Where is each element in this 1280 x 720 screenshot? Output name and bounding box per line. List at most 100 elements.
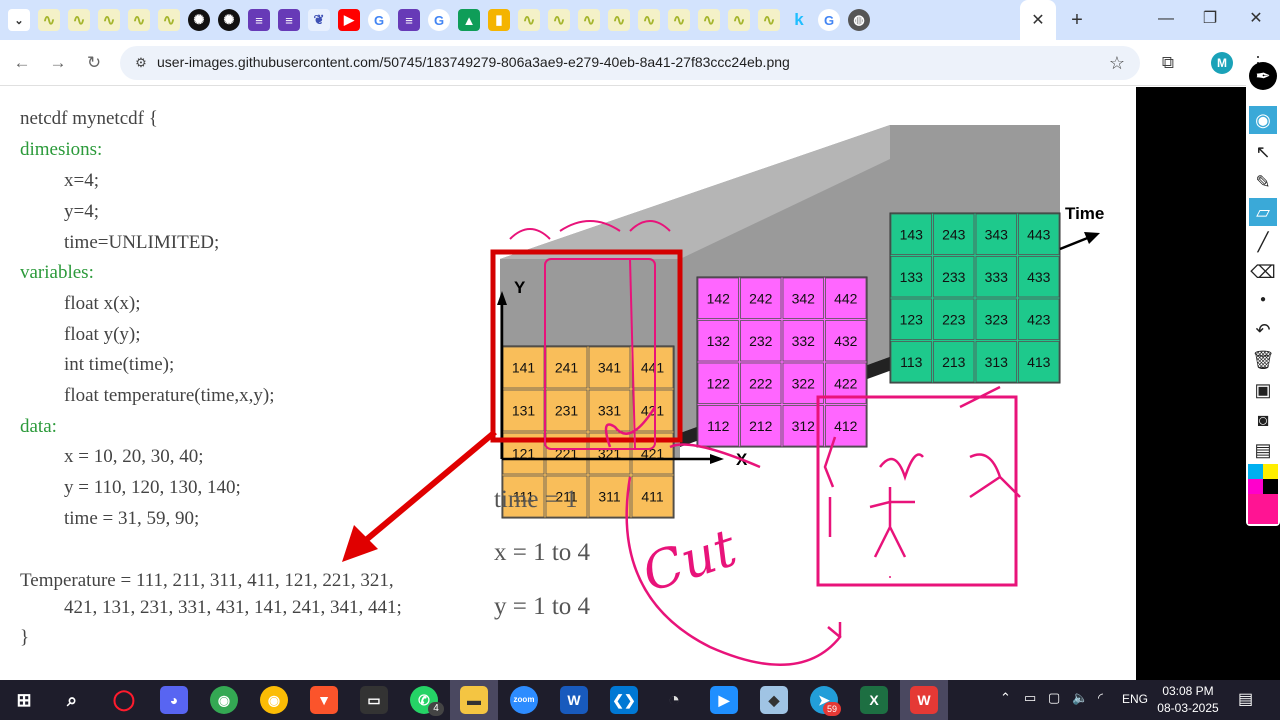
clock[interactable]: 03:08 PM 08-03-2025: [1153, 683, 1223, 717]
chrome-profile-icon[interactable]: ◉: [210, 686, 238, 714]
active-color-swatch[interactable]: [1248, 494, 1278, 524]
tab-forms-icon[interactable]: ≡: [248, 9, 270, 31]
site-info-icon[interactable]: ⚙: [132, 54, 150, 72]
new-tab-button[interactable]: +: [1066, 9, 1088, 31]
tab-drive-icon[interactable]: ▲: [458, 9, 480, 31]
word-icon[interactable]: W: [560, 686, 588, 714]
tab-wave-icon[interactable]: ∿: [578, 9, 600, 31]
screen-recorder-icon[interactable]: ▶: [710, 686, 738, 714]
tab-wave-icon[interactable]: ∿: [698, 9, 720, 31]
highlighter-icon[interactable]: ▱: [1249, 198, 1277, 226]
dot-size-icon[interactable]: ●: [1249, 286, 1277, 314]
vscode-icon[interactable]: ❮❯: [610, 686, 638, 714]
profile-avatar[interactable]: M: [1211, 52, 1233, 74]
bookmark-star-icon[interactable]: ☆: [1106, 52, 1128, 74]
color-palette[interactable]: [1248, 464, 1278, 524]
close-window-button[interactable]: ✕: [1236, 6, 1276, 32]
monitor-icon[interactable]: ▢: [1048, 690, 1060, 706]
clock-date: 08-03-2025: [1157, 701, 1219, 715]
tab-wave-icon[interactable]: ∿: [668, 9, 690, 31]
tab-google-icon[interactable]: G: [368, 9, 390, 31]
line-tool-icon[interactable]: ╱: [1249, 228, 1277, 256]
extensions-icon[interactable]: ⧉: [1156, 51, 1180, 75]
tray-overflow-icon[interactable]: ⌃: [1000, 690, 1011, 706]
color-swatch[interactable]: [1248, 464, 1263, 479]
restore-button[interactable]: ❐: [1190, 6, 1230, 32]
brave-icon[interactable]: ▼: [310, 686, 338, 714]
tab-google-icon[interactable]: G: [818, 9, 840, 31]
eye-icon[interactable]: ◉: [1249, 106, 1277, 134]
tab-wave-icon[interactable]: ∿: [128, 9, 150, 31]
tab-wave-icon[interactable]: ∿: [98, 9, 120, 31]
back-grid-cell-value: 213: [942, 354, 966, 370]
discord-icon[interactable]: ◕: [160, 686, 188, 714]
file-explorer-icon[interactable]: ▬: [460, 686, 488, 714]
tab-wave-icon[interactable]: ∿: [728, 9, 750, 31]
language-indicator[interactable]: ENG: [1122, 692, 1148, 706]
tab-globe-icon[interactable]: ◍: [848, 9, 870, 31]
handdrawn-picture-frame: [816, 395, 1018, 587]
tab-wave-icon[interactable]: ∿: [68, 9, 90, 31]
tab-google-icon[interactable]: G: [428, 9, 450, 31]
code-line: int time(time);: [64, 354, 175, 375]
code-line: x=4;: [64, 170, 99, 191]
tab-chatgpt-icon[interactable]: ✺: [218, 9, 240, 31]
tab-wave-icon[interactable]: ∿: [158, 9, 180, 31]
tab-analytics-icon[interactable]: ▮: [488, 9, 510, 31]
back-grid-cell-value: 343: [985, 226, 1009, 242]
undo-icon[interactable]: ↶: [1249, 316, 1277, 344]
tab-wave-icon[interactable]: ∿: [548, 9, 570, 31]
color-swatch[interactable]: [1248, 479, 1263, 494]
close-tab-icon[interactable]: ✕: [1031, 10, 1044, 30]
notes-app-icon[interactable]: ◆: [760, 686, 788, 714]
tab-forms-icon[interactable]: ≡: [398, 9, 420, 31]
chrome-icon[interactable]: ◉: [260, 686, 288, 714]
clipboard-icon[interactable]: ▤: [1249, 436, 1277, 464]
cursor-icon[interactable]: ↖: [1249, 138, 1277, 166]
volume-icon[interactable]: 🔈: [1072, 690, 1088, 706]
pen-logo-icon[interactable]: ✒: [1249, 62, 1277, 90]
red-arrow: [342, 429, 497, 562]
tab-wave-icon[interactable]: ∿: [758, 9, 780, 31]
tab-bird-icon[interactable]: ❦: [308, 9, 330, 31]
board-icon[interactable]: ▣: [1249, 376, 1277, 404]
active-tab[interactable]: ✕: [1020, 0, 1056, 40]
tab-wave-icon[interactable]: ∿: [638, 9, 660, 31]
pen-icon[interactable]: ✎: [1249, 168, 1277, 196]
tab-wave-icon[interactable]: ∿: [518, 9, 540, 31]
handdrawn-scribble-left: [823, 436, 837, 537]
zoom-icon[interactable]: zoom: [510, 686, 538, 714]
tab-youtube-icon[interactable]: ▶: [338, 9, 360, 31]
color-swatch[interactable]: [1263, 464, 1278, 479]
eraser-icon[interactable]: ⌫: [1249, 258, 1277, 286]
back-grid-cell-value: 323: [985, 311, 1009, 327]
whatsapp-badge: 4: [428, 702, 444, 716]
tab-forms-icon[interactable]: ≡: [278, 9, 300, 31]
opera-icon[interactable]: ◯: [110, 686, 138, 714]
tab-kaggle-icon[interactable]: k: [788, 9, 810, 31]
color-swatch[interactable]: [1263, 479, 1278, 494]
back-icon[interactable]: ←: [10, 51, 34, 75]
address-bar-row: ← → ↻ ⚙ user-images.githubusercontent.co…: [0, 40, 1280, 86]
excel-icon[interactable]: X: [860, 686, 888, 714]
trash-icon[interactable]: 🗑: [1249, 346, 1277, 374]
minimize-button[interactable]: —: [1146, 6, 1186, 32]
url-text[interactable]: user-images.githubusercontent.com/50745/…: [157, 54, 790, 70]
search-icon[interactable]: ⌕: [58, 686, 86, 714]
camera-icon[interactable]: ◙: [1249, 406, 1277, 434]
battery-icon[interactable]: ▭: [1024, 690, 1036, 706]
image-viewport: netcdf mynetcdf { dimesions: x=4; y=4; t…: [0, 87, 1136, 680]
notifications-icon[interactable]: ▤: [1238, 689, 1253, 709]
obs-icon[interactable]: ◔: [660, 686, 688, 714]
tab-list-icon[interactable]: ⌄: [8, 9, 30, 31]
wps-office-icon[interactable]: W: [910, 686, 938, 714]
tab-wave-icon[interactable]: ∿: [608, 9, 630, 31]
reload-icon[interactable]: ↻: [82, 51, 106, 75]
tab-chatgpt-icon[interactable]: ✺: [188, 9, 210, 31]
wifi-icon[interactable]: ◜: [1098, 690, 1103, 706]
omnibox[interactable]: ⚙ user-images.githubusercontent.com/5074…: [120, 46, 1140, 80]
terminal-icon[interactable]: ▭: [360, 686, 388, 714]
forward-icon[interactable]: →: [46, 51, 70, 75]
tab-wave-icon[interactable]: ∿: [38, 9, 60, 31]
windows-start-icon[interactable]: ⊞: [10, 686, 38, 714]
